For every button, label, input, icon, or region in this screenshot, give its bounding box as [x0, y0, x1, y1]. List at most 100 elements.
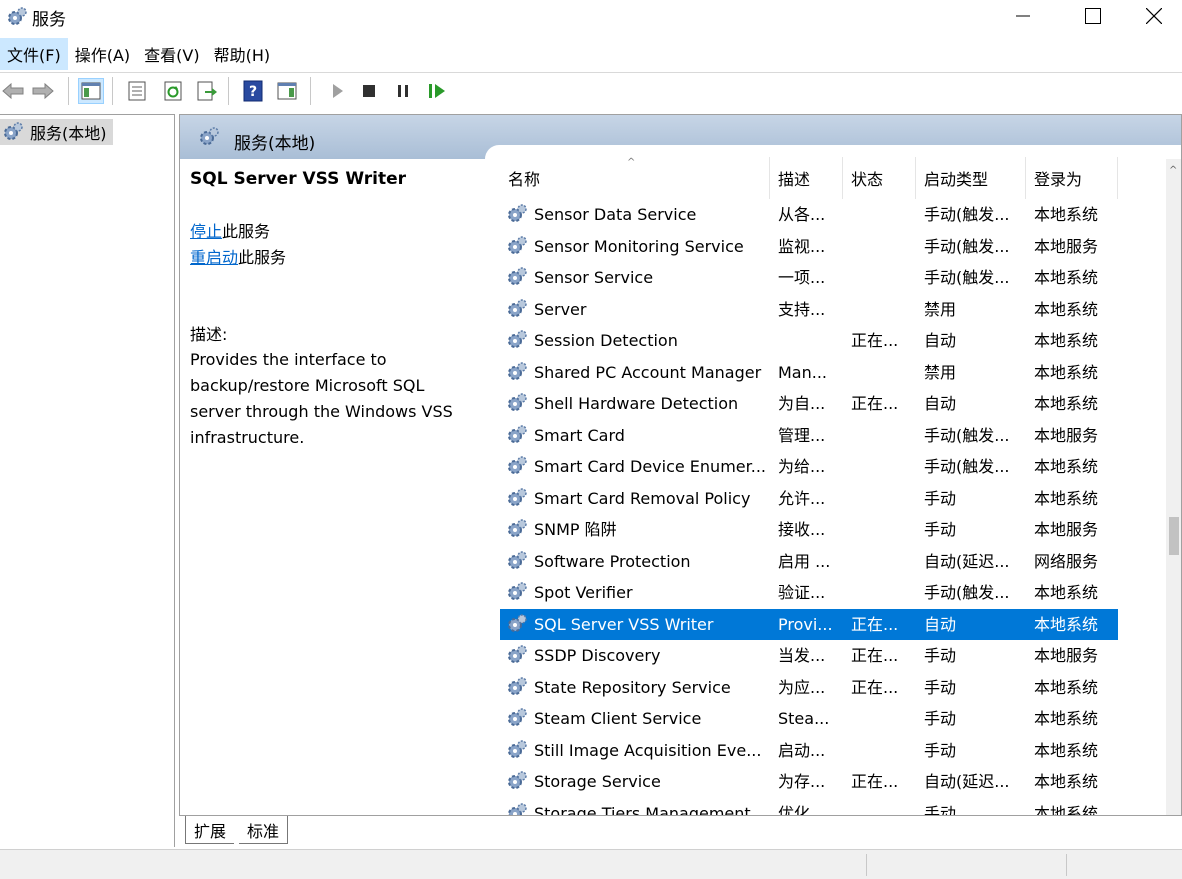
- service-gear-icon: [508, 487, 527, 506]
- service-startup-type: 自动: [924, 331, 957, 350]
- services-list: ^ 名称 描述 状态 启动类型 登录为 Sensor Data Service 从…: [499, 157, 1160, 816]
- minimize-icon: [1016, 15, 1030, 17]
- service-row[interactable]: Spot Verifier 验证... 手动(触发... 本地系统: [500, 577, 1118, 608]
- selected-service-title: SQL Server VSS Writer: [190, 169, 407, 189]
- maximize-button[interactable]: [1058, 0, 1128, 32]
- menu-view[interactable]: 查看(V): [137, 38, 206, 70]
- pause-service-button[interactable]: [390, 78, 416, 104]
- help-icon: ?: [243, 80, 263, 102]
- service-description: 从各...: [778, 205, 826, 224]
- refresh-button[interactable]: [160, 78, 186, 104]
- start-service-button[interactable]: [324, 78, 350, 104]
- service-row[interactable]: Server 支持... 禁用 本地系统: [500, 294, 1118, 325]
- service-startup-type: 手动: [924, 488, 957, 508]
- service-row[interactable]: Still Image Acquisition Eve... 启动... 手动 本地系…: [500, 735, 1118, 766]
- column-header-startup-type[interactable]: 启动类型: [916, 157, 1026, 199]
- menu-help[interactable]: 帮助(H): [207, 38, 278, 70]
- tree-node-services-local[interactable]: 服务(本地): [0, 119, 113, 145]
- restart-service-button[interactable]: [424, 78, 450, 104]
- minimize-button[interactable]: [988, 0, 1058, 32]
- service-row[interactable]: Sensor Service 一项... 手动(触发... 本地系统: [500, 262, 1118, 293]
- service-row[interactable]: Shell Hardware Detection 为自... 正在... 自动 本地系统: [500, 388, 1118, 419]
- column-header-name[interactable]: 名称: [500, 157, 770, 199]
- service-row[interactable]: SSDP Discovery 当发... 正在... 手动 本地服务: [500, 640, 1118, 671]
- service-startup-type: 自动(延迟...: [924, 772, 1010, 791]
- service-row[interactable]: State Repository Service 为应... 正在... 手动 本地系统: [500, 672, 1118, 703]
- description-line: server through the Windows VSS: [190, 402, 453, 421]
- back-button[interactable]: [0, 78, 26, 104]
- stop-service-link[interactable]: 停止: [190, 222, 222, 241]
- service-gear-icon: [508, 519, 527, 537]
- stop-suffix: 此服务: [222, 222, 271, 241]
- service-row[interactable]: Storage Tiers Management 优化... 手动 本地系统: [500, 798, 1118, 816]
- column-header-logon-as[interactable]: 登录为: [1026, 157, 1118, 199]
- service-startup-type: 手动: [924, 709, 957, 728]
- service-row[interactable]: Smart Card Removal Policy 允许... 手动 本地系统: [500, 483, 1118, 514]
- service-gear-icon: [508, 330, 527, 348]
- service-name: Sensor Data Service: [534, 205, 697, 224]
- export-list-button[interactable]: [194, 78, 220, 104]
- scrollbar-thumb[interactable]: [1169, 517, 1179, 555]
- help-button[interactable]: ?: [240, 78, 266, 104]
- service-status: [851, 231, 913, 262]
- service-status: 正在...: [851, 394, 899, 413]
- service-startup-type: 自动: [924, 394, 957, 413]
- service-description: 允许...: [778, 488, 826, 508]
- column-header-status[interactable]: 状态: [843, 157, 916, 199]
- service-gear-icon: [508, 393, 527, 411]
- service-status: 正在...: [851, 614, 899, 634]
- vertical-scrollbar[interactable]: ^: [1166, 159, 1181, 815]
- service-logon-as: 本地系统: [1034, 457, 1099, 476]
- restart-service-link[interactable]: 重启动: [190, 248, 238, 267]
- scroll-up-icon[interactable]: ^: [1169, 165, 1177, 176]
- show-action-pane-button[interactable]: [274, 78, 300, 104]
- service-row[interactable]: Smart Card 管理... 手动(触发... 本地服务: [500, 420, 1118, 451]
- service-row[interactable]: SQL Server VSS Writer Provi... 正在... 自动 本地系统: [499, 607, 1119, 641]
- service-row[interactable]: Shared PC Account Manager Man... 禁用 本地系统: [500, 357, 1118, 388]
- service-startup-type: 手动: [924, 803, 957, 816]
- service-row[interactable]: SNMP 陷阱 接收... 手动 本地服务: [500, 514, 1118, 545]
- tab-standard[interactable]: 标准: [239, 816, 289, 844]
- service-gear-icon: [508, 298, 527, 317]
- play-icon: [333, 84, 343, 98]
- forward-button[interactable]: [30, 78, 56, 104]
- service-name: Spot Verifier: [534, 583, 633, 602]
- service-row[interactable]: Smart Card Device Enumer... 为给... 手动(触发...…: [500, 451, 1118, 482]
- service-name: Still Image Acquisition Eve...: [534, 740, 762, 760]
- service-details: SQL Server VSS Writer 停止此服务 重启动此服务 描述: P…: [190, 169, 490, 451]
- title-bar: 服务: [0, 0, 1182, 36]
- service-startup-type: 自动: [924, 614, 957, 634]
- tab-extended[interactable]: 扩展: [185, 816, 235, 844]
- service-gear-icon: [508, 267, 527, 285]
- show-hide-console-tree-button[interactable]: [78, 78, 104, 104]
- description-line: Provides the interface to: [190, 350, 387, 369]
- column-header-description[interactable]: 描述: [770, 157, 843, 199]
- service-name: Shared PC Account Manager: [534, 362, 762, 382]
- service-gear-icon: [508, 235, 527, 254]
- service-row[interactable]: Sensor Monitoring Service 监视... 手动(触发... 本地…: [500, 231, 1118, 262]
- service-gear-icon: [508, 204, 527, 222]
- service-name: Software Protection: [534, 551, 691, 571]
- service-name: Shell Hardware Detection: [534, 394, 739, 413]
- menu-file[interactable]: 文件(F): [0, 38, 68, 70]
- svg-text:?: ?: [249, 84, 257, 100]
- service-row[interactable]: Session Detection 正在... 自动 本地系统: [500, 325, 1118, 356]
- service-startup-type: 禁用: [924, 299, 957, 319]
- stop-service-button[interactable]: [356, 78, 382, 104]
- refresh-icon: [164, 81, 182, 101]
- service-description: 接收...: [778, 520, 826, 539]
- tree-node-label: 服务(本地): [30, 124, 107, 143]
- close-button[interactable]: [1126, 0, 1182, 32]
- service-row[interactable]: Sensor Data Service 从各... 手动(触发... 本地系统: [500, 199, 1118, 230]
- service-status: [851, 798, 913, 816]
- console-tree: 服务(本地): [0, 114, 175, 847]
- service-startup-type: 手动(触发...: [924, 583, 1010, 602]
- properties-button[interactable]: [124, 78, 150, 104]
- menu-action[interactable]: 操作(A): [68, 38, 137, 70]
- service-gear-icon: [508, 361, 527, 380]
- service-row[interactable]: Software Protection 启用 ... 自动(延迟... 网络服务: [500, 546, 1118, 577]
- service-description: 为给...: [778, 457, 826, 476]
- service-row[interactable]: Steam Client Service Stea... 手动 本地系统: [500, 703, 1118, 734]
- service-row[interactable]: Storage Service 为存... 正在... 自动(延迟... 本地系统: [500, 766, 1118, 797]
- service-gear-icon: [508, 771, 527, 789]
